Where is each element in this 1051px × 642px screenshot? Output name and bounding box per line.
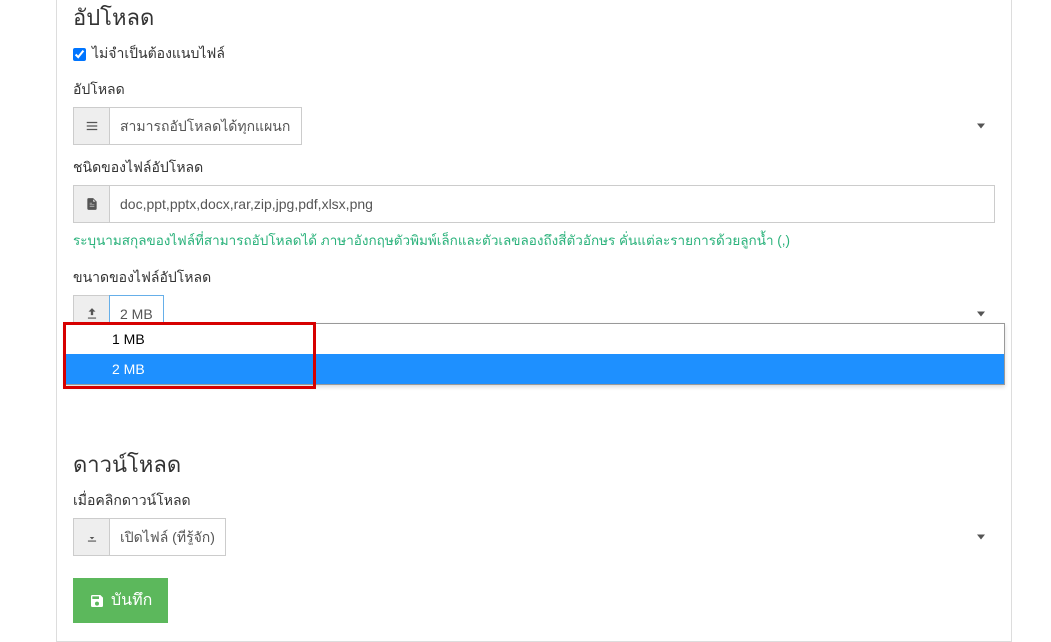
save-icon (89, 593, 105, 609)
download-onclick-label: เมื่อคลิกดาวน์โหลด (73, 490, 995, 512)
list-icon (73, 107, 109, 145)
download-onclick-select[interactable]: เปิดไฟล์ (ที่รู้จัก) (109, 518, 226, 556)
download-icon (73, 518, 109, 556)
filesize-option-1mb[interactable]: 1 MB (66, 324, 1004, 354)
upload-section-title: อัปโหลด (73, 0, 995, 43)
filetype-hint: ระบุนามสกุลของไฟล์ที่สามารถอัปโหลดได้ ภา… (73, 229, 995, 251)
upload-permission-select[interactable]: สามารถอัปโหลดได้ทุกแผนก (109, 107, 302, 145)
filesize-option-2mb[interactable]: 2 MB (66, 354, 1004, 384)
no-attachment-checkbox[interactable] (73, 48, 86, 61)
no-attachment-label: ไม่จำเป็นต้องแนบไฟล์ (92, 43, 225, 65)
save-button-label: บันทึก (111, 588, 152, 613)
download-section-title: ดาวน์โหลด (73, 443, 995, 490)
upload-permission-label: อัปโหลด (73, 79, 995, 101)
filetype-label: ชนิดของไฟล์อัปโหลด (73, 157, 995, 179)
filetype-input[interactable] (109, 185, 995, 223)
file-icon (73, 185, 109, 223)
save-button[interactable]: บันทึก (73, 578, 168, 623)
filesize-dropdown-list[interactable]: 1 MB 2 MB (65, 323, 1005, 385)
filesize-label: ขนาดของไฟล์อัปโหลด (73, 267, 995, 289)
